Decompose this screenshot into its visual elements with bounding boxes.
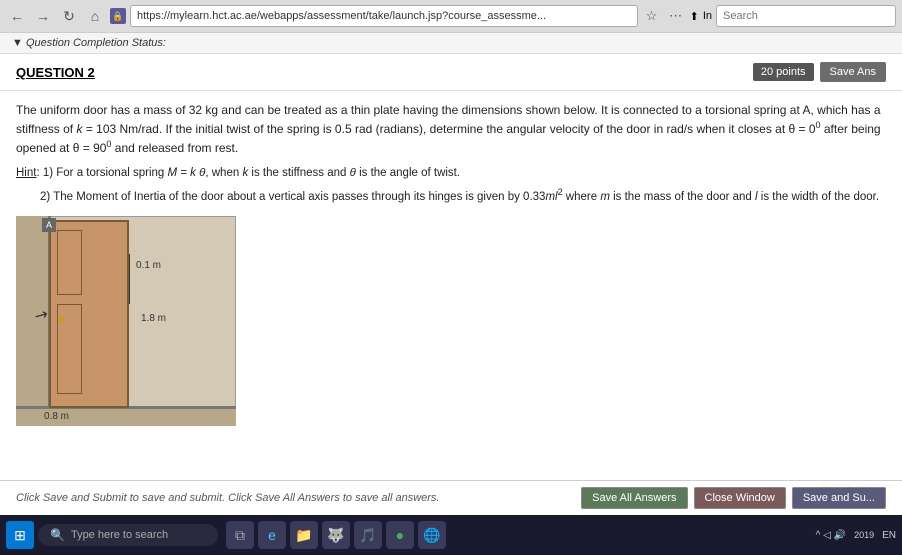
question-header: QUESTION 2 20 points Save Ans [0,54,902,91]
share-icon[interactable]: ⬆ [690,10,699,23]
taskbar-search-text: Type here to search [71,529,168,541]
start-button[interactable]: ⊞ [6,521,34,549]
label-18m: 1.8 m [141,311,166,326]
language-indicator: EN [882,530,896,541]
toolbar-icons: ☆ ⋯ [642,6,686,26]
taskbar-search-bar[interactable]: 🔍 Type here to search [38,524,218,546]
address-bar[interactable] [130,5,638,27]
question-body: The uniform door has a mass of 32 kg and… [0,91,902,466]
hint2-text: 2) The Moment of Inertia of the door abo… [40,186,886,206]
reload-button[interactable]: ↻ [58,5,80,27]
question-title: QUESTION 2 [16,65,95,80]
taskbar-app-explorer[interactable]: 📁 [290,521,318,549]
points-badge: 20 points [753,63,814,81]
save-submit-button[interactable]: Save and Su... [792,487,886,509]
completion-bar: ▼ Question Completion Status: [0,33,902,54]
browser-chrome: ← → ↻ ⌂ 🔒 ☆ ⋯ ⬆ In [0,0,902,33]
page-content: ▼ Question Completion Status: QUESTION 2… [0,33,902,516]
back-button[interactable]: ← [6,5,28,27]
label-01m: 0.1 m [136,258,161,273]
diagram-container: ↗ 0.1 m 1.8 m 0.8 m A [16,216,236,446]
bookmark-icon[interactable]: ☆ [642,6,662,26]
taskbar-apps: ⧉ e 📁 🐺 🎵 ● 🌐 [226,521,446,549]
security-icon: 🔒 [112,11,123,22]
taskbar-app-app1[interactable]: 🐺 [322,521,350,549]
taskbar-app-task-view[interactable]: ⧉ [226,521,254,549]
taskbar-app-edge[interactable]: e [258,521,286,549]
taskbar-app-app2[interactable]: 🎵 [354,521,382,549]
in-icon: In [703,10,712,22]
forward-button[interactable]: → [32,5,54,27]
save-all-answers-button[interactable]: Save All Answers [581,487,687,509]
bottom-buttons: Save All Answers Close Window Save and S… [581,487,886,509]
points-save-area: 20 points Save Ans [753,62,886,82]
taskbar: ⊞ 🔍 Type here to search ⧉ e 📁 🐺 🎵 ● 🌐 ^ … [0,515,902,555]
door-panel [49,220,129,408]
bottom-instruction-text: Click Save and Submit to save and submit… [16,492,439,504]
browser-toolbar: ← → ↻ ⌂ 🔒 ☆ ⋯ ⬆ In [0,0,902,32]
corner-a: A [42,218,56,232]
hint1-text: Hint: 1) For a torsional spring M = k θ,… [16,165,886,182]
taskbar-search-icon: 🔍 [50,528,65,542]
taskbar-right: ^ ◁ 🔊 2019 EN [816,530,896,541]
door-panel-top [57,230,82,295]
close-window-button[interactable]: Close Window [694,487,786,509]
taskbar-app-app4[interactable]: 🌐 [418,521,446,549]
label-08m: 0.8 m [44,409,69,424]
menu-icon[interactable]: ⋯ [666,6,686,26]
bottom-instruction-bar: Click Save and Submit to save and submit… [0,480,902,515]
taskbar-app-app3[interactable]: ● [386,521,414,549]
dim-line-01m [129,254,130,304]
taskbar-time-area: 2019 [854,530,874,540]
question-text: The uniform door has a mass of 32 kg and… [16,101,886,157]
home-button[interactable]: ⌂ [84,5,106,27]
save-answer-button[interactable]: Save Ans [820,62,886,82]
taskbar-system-tray: ^ ◁ 🔊 [816,530,846,541]
search-input[interactable] [716,5,896,27]
